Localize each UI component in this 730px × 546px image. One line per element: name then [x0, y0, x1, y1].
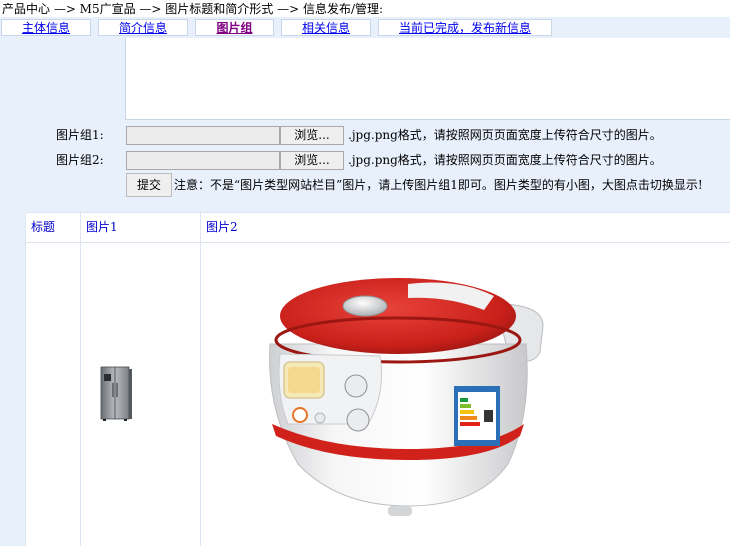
image-group-1-browse-button[interactable]: 浏览...: [280, 126, 344, 145]
table-column-divider: [25, 212, 26, 546]
image-group-2-label: 图片组2:: [56, 153, 104, 167]
breadcrumb: 产品中心 —> M5广宣品 —> 图片标题和简介形式 —> 信息发布/管理:: [2, 2, 384, 16]
tab-publish-new[interactable]: 当前已完成，发布新信息: [378, 19, 552, 36]
rice-cooker-image[interactable]: [258, 274, 550, 524]
table-header-divider: [25, 242, 730, 243]
image-group-1-file-field[interactable]: [126, 126, 280, 145]
image-group-1-hint: .jpg.png格式，请按照网页页面宽度上传符合尺寸的图片。: [348, 128, 662, 142]
tab-related-info[interactable]: 相关信息: [281, 19, 371, 36]
image-group-2-browse-button[interactable]: 浏览...: [280, 151, 344, 170]
table-header-title: 标题: [31, 220, 56, 234]
table-column-divider: [80, 212, 81, 546]
image-group-2-file-field[interactable]: [126, 151, 280, 170]
image-group-2-hint: .jpg.png格式，请按照网页页面宽度上传符合尺寸的图片。: [348, 153, 662, 167]
table-left-margin: [0, 212, 25, 546]
refrigerator-image[interactable]: [96, 365, 136, 423]
image-group-1-label: 图片组1:: [56, 128, 104, 142]
upload-note: 注意：不是“图片类型网站栏目”图片，请上传图片组1即可。图片类型的有小图，大图点…: [174, 178, 703, 192]
tab-main-info[interactable]: 主体信息: [1, 19, 91, 36]
tab-summary-info[interactable]: 简介信息: [98, 19, 188, 36]
tab-image-group[interactable]: 图片组: [195, 19, 274, 36]
submit-button[interactable]: 提交: [126, 173, 172, 197]
table-header-image2: 图片2: [206, 220, 238, 234]
table-top-border: [25, 212, 730, 213]
table-column-divider: [200, 212, 201, 546]
table-header-image1: 图片1: [86, 220, 118, 234]
content-textarea[interactable]: [125, 38, 730, 120]
